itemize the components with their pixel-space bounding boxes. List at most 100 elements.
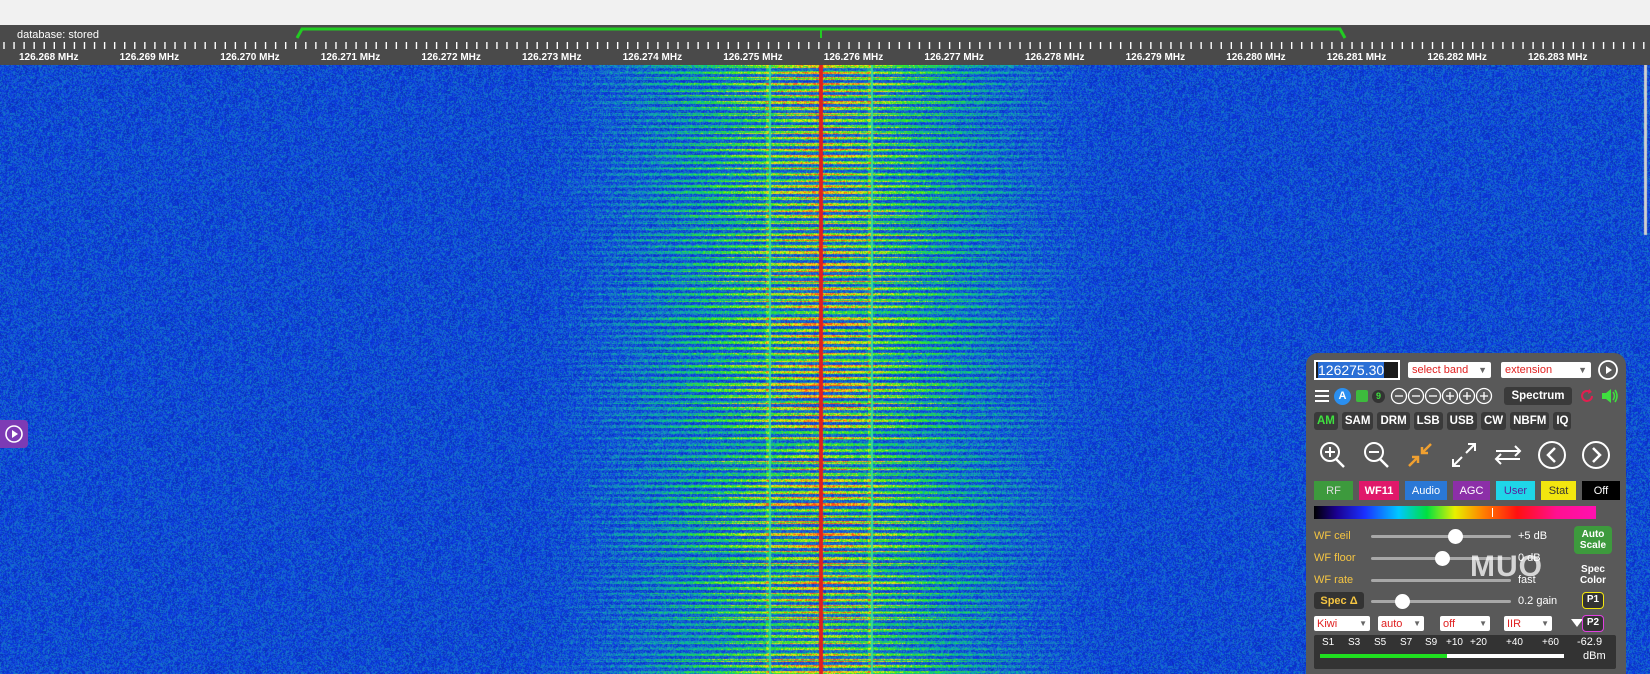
s-meter-bar — [1320, 654, 1564, 658]
zoom-out-icon[interactable] — [1358, 437, 1394, 473]
band-select[interactable]: select band ▼ — [1408, 362, 1491, 378]
frequency-label: 126.274 MHz — [622, 52, 683, 63]
tab-wf11[interactable]: WF11 — [1359, 481, 1399, 500]
s-meter: S1 S3 S5 S7 S9 +10 +20 +40 +60 -62.9 dBm — [1314, 635, 1616, 669]
colormap-marker — [1492, 508, 1493, 517]
watermark-logo: MUO — [1470, 550, 1543, 583]
wf-ceil-knob[interactable] — [1448, 529, 1463, 544]
wf-floor-knob[interactable] — [1435, 551, 1451, 566]
database-label: database: stored — [17, 29, 99, 41]
zoom-in-icon[interactable] — [1314, 437, 1350, 473]
frequency-label: 126.277 MHz — [924, 52, 984, 63]
spec-delta-slider[interactable] — [1371, 594, 1511, 609]
tab-agc[interactable]: AGC — [1453, 481, 1490, 500]
extension-select-label: extension — [1505, 364, 1553, 376]
swap-icon[interactable] — [1490, 437, 1526, 473]
frequency-label: 126.272 MHz — [421, 52, 481, 63]
wf-floor-label: WF floor — [1314, 552, 1356, 564]
spec-delta-button[interactable]: Spec Δ — [1314, 592, 1364, 609]
p1-button[interactable]: P1 — [1582, 592, 1604, 609]
frequency-scale[interactable]: database: stored 126.268 MHz 126.269 MHz 1… — [0, 25, 1650, 65]
s-meter-label: +60 — [1542, 637, 1559, 648]
tab-stat[interactable]: Stat — [1541, 481, 1576, 500]
frequency-label: 126.271 MHz — [320, 52, 381, 63]
tab-user[interactable]: User — [1496, 481, 1535, 500]
dropdown-label: IIR — [1507, 617, 1522, 630]
s-meter-label: +40 — [1506, 637, 1523, 648]
frequency-label: 126.273 MHz — [522, 52, 582, 63]
badge-9-icon[interactable]: 9 — [1372, 389, 1385, 403]
dropdown-label: off — [1443, 617, 1456, 630]
chevron-down-icon: ▼ — [1413, 619, 1421, 628]
mode-button-usb[interactable]: USB — [1446, 412, 1477, 430]
previous-icon[interactable] — [1534, 437, 1570, 473]
refresh-icon[interactable] — [1578, 387, 1596, 405]
mode-button-sam[interactable]: SAM — [1341, 412, 1374, 430]
speaker-icon[interactable] — [1600, 387, 1620, 405]
image-icon[interactable] — [1356, 390, 1368, 402]
frequency-value: 126275.30 — [1318, 362, 1385, 378]
s-meter-label: +20 — [1470, 637, 1487, 648]
auto-scale-button[interactable]: Auto Scale — [1574, 526, 1612, 554]
frequency-label: 126.278 MHz — [1025, 52, 1085, 63]
chevron-down-icon: ▼ — [1578, 365, 1587, 375]
mode-buttons: AM SAM DRM LSB USB CW NBFM IQ — [1314, 412, 1575, 430]
frequency-label: 126.283 MHz — [1528, 52, 1588, 63]
s-meter-reading: -62.9 — [1577, 636, 1603, 648]
frequency-label: 126.282 MHz — [1427, 52, 1487, 63]
mode-button-nbfm[interactable]: NBFM — [1510, 412, 1550, 430]
mode-button-drm[interactable]: DRM — [1377, 412, 1410, 430]
frequency-label: 126.270 MHz — [220, 52, 280, 63]
next-icon[interactable] — [1578, 437, 1614, 473]
band-select-label: select band — [1412, 364, 1469, 376]
tab-audio[interactable]: Audio — [1405, 481, 1447, 500]
mode-button-cw[interactable]: CW — [1480, 412, 1507, 430]
menu-icon[interactable] — [1314, 388, 1330, 404]
zoom-buttons-icon[interactable] — [1390, 387, 1496, 405]
panel-tabs: RF WF11 Audio AGC User Stat Off — [1314, 481, 1626, 500]
wf-ceil-label: WF ceil — [1314, 530, 1351, 542]
p2-button[interactable]: P2 — [1582, 615, 1604, 632]
tab-off[interactable]: Off — [1582, 481, 1620, 500]
s-meter-label: S5 — [1374, 637, 1387, 648]
badge-a-icon[interactable]: A — [1334, 387, 1351, 405]
s-meter-label: S7 — [1400, 637, 1413, 648]
frequency-input[interactable]: 126275.30 — [1314, 360, 1400, 380]
control-panel: 126275.30 select band ▼ extension ▼ A 9 — [1306, 353, 1626, 674]
frequency-label: 126.279 MHz — [1125, 52, 1186, 63]
side-panel-toggle[interactable] — [0, 420, 28, 448]
s-meter-label: +10 — [1446, 637, 1463, 648]
mode-button-iq[interactable]: IQ — [1553, 412, 1572, 430]
play-icon — [5, 425, 23, 443]
zoom-to-band-icon[interactable] — [1402, 437, 1438, 473]
dropdown-label: auto — [1381, 617, 1403, 630]
tab-rf[interactable]: RF — [1314, 481, 1353, 500]
chevron-down-icon: ▼ — [1359, 619, 1367, 628]
extension-select[interactable]: extension ▼ — [1501, 362, 1591, 378]
spec-delta-value: 0.2 gain — [1518, 595, 1558, 607]
play-circle-icon[interactable] — [1597, 359, 1619, 381]
spec-delta-knob[interactable] — [1394, 594, 1410, 609]
dropdown-off[interactable]: off ▼ — [1440, 616, 1490, 631]
dropdown-iir[interactable]: IIR ▼ — [1504, 616, 1552, 631]
frequency-label: 126.280 MHz — [1226, 52, 1286, 63]
s-meter-fill — [1320, 654, 1447, 658]
s-meter-label: S9 — [1425, 637, 1438, 648]
top-bar — [0, 0, 1650, 25]
wf-ceil-slider[interactable] — [1371, 529, 1511, 544]
mode-button-am[interactable]: AM — [1314, 412, 1338, 430]
spectrum-button[interactable]: Spectrum — [1504, 387, 1572, 405]
frequency-label: 126.269 MHz — [119, 52, 180, 63]
colormap-bar — [1314, 506, 1596, 519]
dropdown-auto[interactable]: auto ▼ — [1378, 616, 1424, 631]
zoom-max-out-icon[interactable] — [1446, 437, 1482, 473]
chevron-down-icon: ▼ — [1541, 619, 1549, 628]
dropdown-kiwi[interactable]: Kiwi ▼ — [1314, 616, 1370, 631]
s-meter-label: S3 — [1348, 637, 1361, 648]
spec-color-button[interactable]: Spec Color — [1574, 561, 1612, 589]
mode-button-lsb[interactable]: LSB — [1413, 412, 1443, 430]
frequency-label: 126.268 MHz — [19, 52, 79, 63]
frequency-label: 126.281 MHz — [1326, 52, 1387, 63]
chevron-down-icon: ▼ — [1479, 619, 1487, 628]
frequency-label: 126.275 MHz — [723, 52, 783, 63]
